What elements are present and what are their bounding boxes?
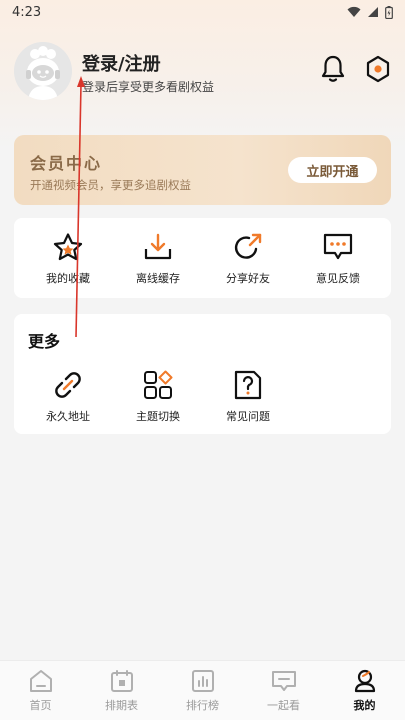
- status-bar: 4:23: [0, 0, 405, 24]
- tab-watch-together[interactable]: 一起看: [243, 669, 324, 717]
- action-label: 分享好友: [226, 272, 270, 285]
- signal-icon: [368, 7, 378, 17]
- more-label: 永久地址: [46, 410, 90, 423]
- watch-together-icon: [271, 671, 296, 691]
- status-time: 4:23: [12, 4, 42, 20]
- download-icon: [144, 233, 172, 260]
- bottom-tab-bar: 首页 排期表 排行榜 一起看 我的: [0, 660, 405, 720]
- avatar-mascot-icon: [14, 42, 72, 100]
- more-title: 更多: [28, 332, 61, 351]
- calendar-icon: [110, 670, 133, 692]
- avatar[interactable]: [14, 42, 72, 100]
- tab-ranking[interactable]: 排行榜: [162, 669, 243, 717]
- open-vip-button[interactable]: 立即开通: [288, 157, 377, 183]
- question-icon: [234, 370, 262, 400]
- action-label: 离线缓存: [136, 272, 180, 285]
- action-offline-cache[interactable]: 离线缓存: [113, 232, 203, 296]
- tab-label: 我的: [353, 699, 376, 712]
- profile-header: 登录/注册 登录后享受更多看剧权益: [14, 42, 394, 102]
- vip-center-card[interactable]: 会员中心 开通视频会员，享更多追剧权益 立即开通: [14, 135, 391, 205]
- action-favorites[interactable]: 我的收藏: [23, 232, 113, 296]
- home-icon: [29, 670, 52, 692]
- vip-subtitle: 开通视频会员，享更多追剧权益: [30, 178, 191, 192]
- ranking-icon: [191, 670, 214, 692]
- status-icons: [347, 5, 393, 19]
- share-icon: [234, 233, 262, 259]
- action-label: 我的收藏: [46, 272, 90, 285]
- tab-mine[interactable]: 我的: [324, 669, 405, 717]
- star-icon: [53, 233, 83, 261]
- tab-label: 首页: [29, 699, 52, 712]
- more-theme-switch[interactable]: 主题切换: [113, 370, 203, 434]
- vip-title: 会员中心: [30, 154, 103, 173]
- more-label: 常见问题: [226, 410, 270, 423]
- tab-schedule[interactable]: 排期表: [81, 669, 162, 717]
- notification-button[interactable]: [319, 54, 347, 84]
- login-register-link[interactable]: 登录/注册: [82, 50, 161, 76]
- more-permanent-address[interactable]: 永久地址: [23, 370, 113, 434]
- battery-icon: [385, 5, 393, 19]
- action-feedback[interactable]: 意见反馈: [293, 232, 383, 296]
- feedback-icon: [323, 233, 353, 260]
- tab-label: 排期表: [105, 699, 138, 712]
- bell-icon: [321, 55, 345, 82]
- settings-button[interactable]: [364, 54, 392, 84]
- tab-home[interactable]: 首页: [0, 669, 81, 717]
- more-panel: 更多 永久地址 主题切换 常见问题: [14, 314, 391, 434]
- more-label: 主题切换: [136, 410, 180, 423]
- action-share[interactable]: 分享好友: [203, 232, 293, 296]
- quick-actions-panel: 我的收藏 离线缓存 分享好友 意见反馈: [14, 218, 391, 298]
- profile-icon: [354, 669, 375, 693]
- gear-icon: [366, 55, 390, 83]
- tab-label: 排行榜: [186, 699, 219, 712]
- login-benefits-text: 登录后享受更多看剧权益: [82, 80, 215, 94]
- more-faq[interactable]: 常见问题: [203, 370, 293, 434]
- link-icon: [55, 372, 81, 398]
- tab-label: 一起看: [267, 699, 300, 712]
- theme-icon: [144, 370, 173, 399]
- action-label: 意见反馈: [316, 272, 360, 285]
- wifi-icon: [347, 6, 361, 17]
